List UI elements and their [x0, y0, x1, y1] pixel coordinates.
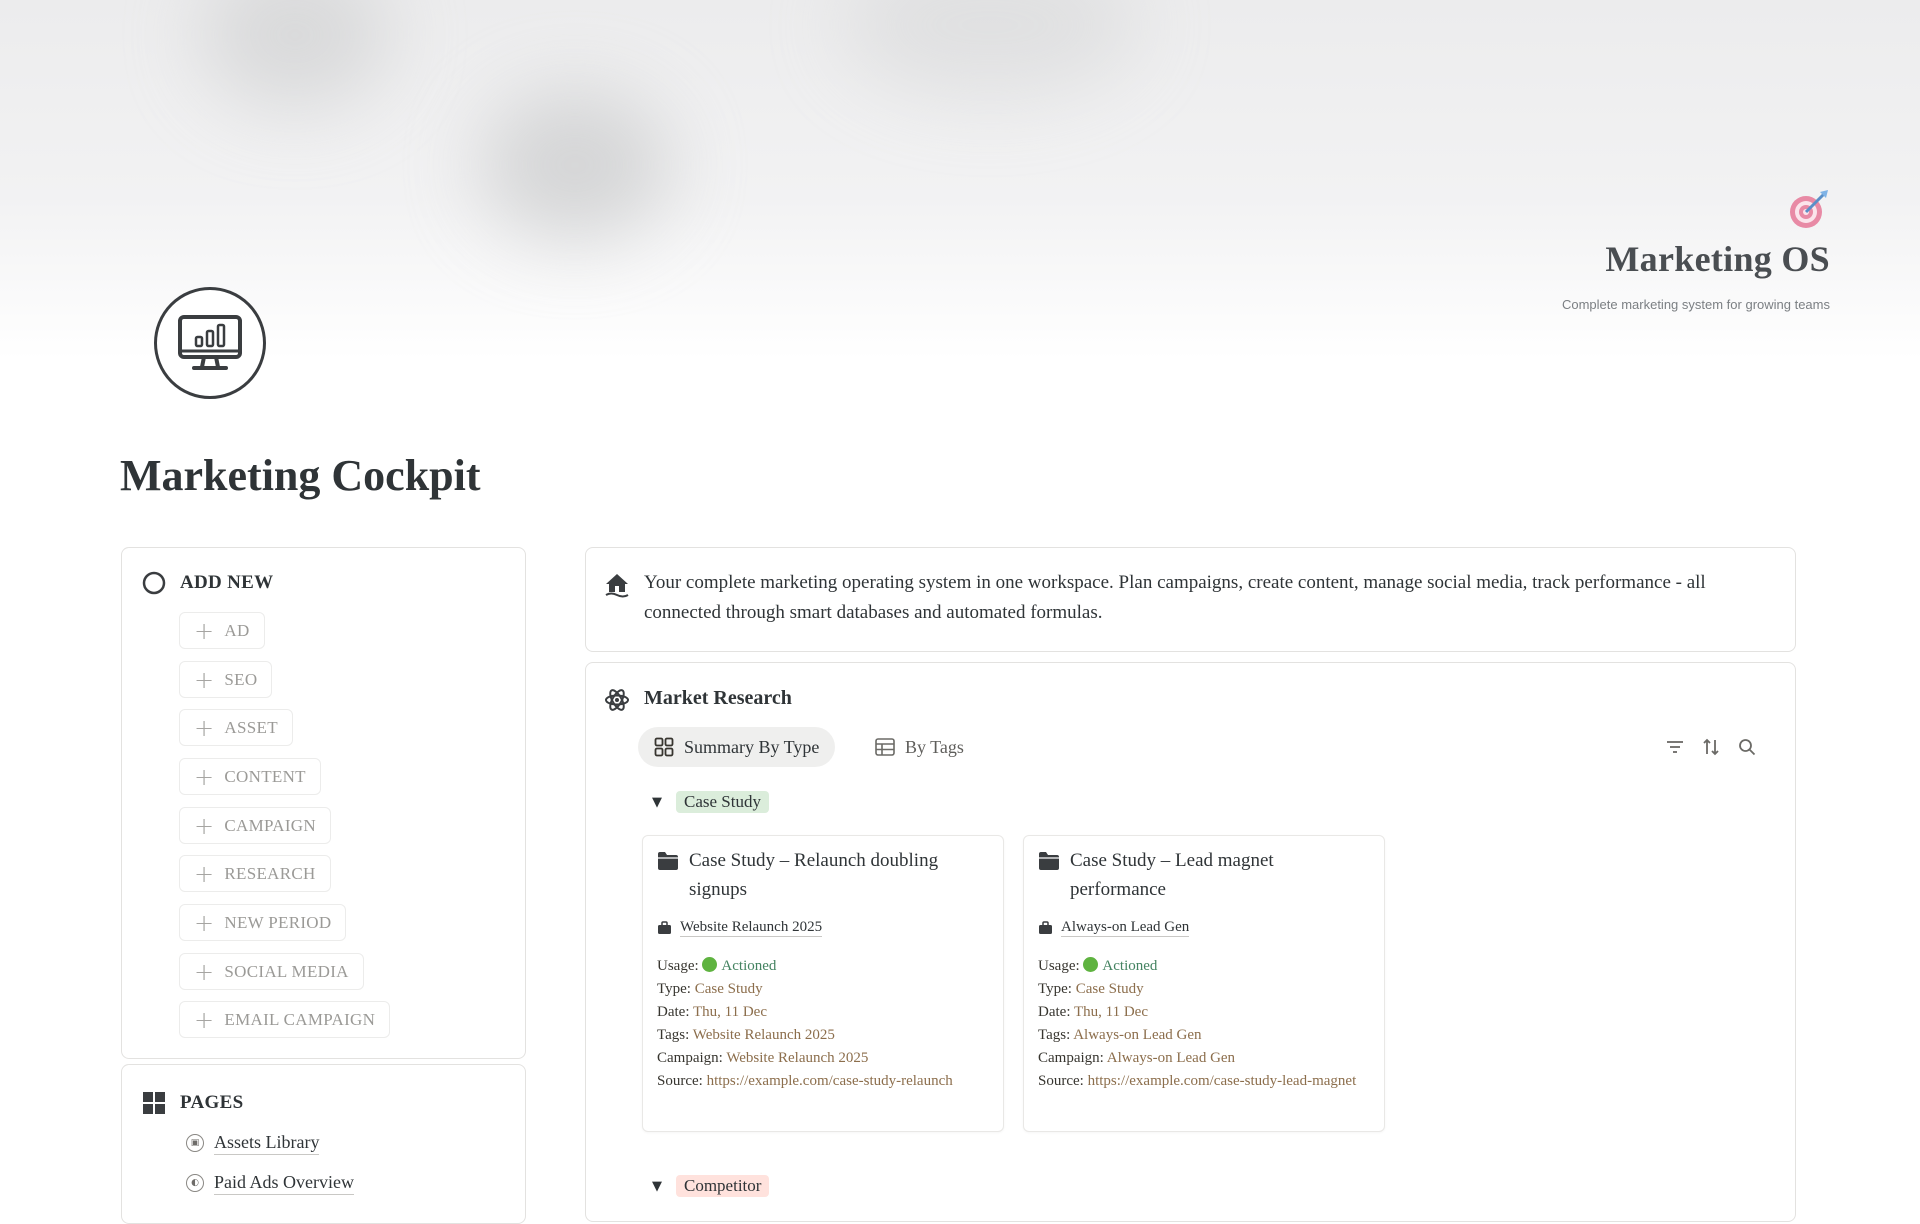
intro-text: Your complete marketing operating system…	[644, 572, 1706, 623]
market-research-title[interactable]: Market Research	[644, 687, 792, 710]
monitor-chart-icon	[178, 315, 242, 370]
group-tag: Case Study	[676, 791, 769, 813]
add-asset-button[interactable]: + ASSET	[179, 709, 293, 746]
green-circle-icon	[702, 957, 718, 972]
add-new-period-button[interactable]: + NEW PERIOD	[179, 904, 347, 941]
tab-summary-by-type[interactable]: Summary By Type	[638, 727, 836, 767]
search-icon[interactable]	[1736, 736, 1758, 758]
circle-icon	[142, 571, 166, 595]
brand-subtitle: Complete marketing system for growing te…	[1561, 297, 1830, 312]
add-campaign-button[interactable]: + CAMPAIGN	[179, 807, 331, 844]
plus-icon: +	[194, 762, 215, 791]
plus-icon: +	[194, 713, 215, 742]
page-icon[interactable]	[154, 287, 266, 399]
caret-down-icon: ▼	[652, 794, 662, 810]
image-icon: ▣	[186, 1134, 204, 1153]
plus-icon: +	[194, 908, 215, 937]
add-ad-button[interactable]: + AD	[179, 612, 265, 649]
source-link[interactable]: https://example.com/case-study-relaunch	[707, 1073, 953, 1089]
add-new-header: ADD NEW	[142, 571, 273, 595]
card-campaign-relation[interactable]: Website Relaunch 2025	[657, 918, 823, 937]
add-new-heading: ADD NEW	[180, 572, 274, 593]
table-icon	[875, 738, 895, 756]
filter-icon[interactable]	[1664, 736, 1686, 758]
add-social-media-button[interactable]: + SOCIAL MEDIA	[179, 953, 364, 990]
plus-icon: +	[194, 859, 215, 888]
card-properties: Usage: Actioned Type: Case Study Date: T…	[1038, 957, 1357, 1089]
plus-icon: +	[194, 1005, 215, 1034]
plus-icon: +	[194, 957, 215, 986]
folder-icon	[658, 852, 678, 870]
gallery-icon	[654, 737, 674, 757]
megaphone-icon: ◐	[186, 1174, 204, 1193]
group-toggle-case-study[interactable]: ▼ Case Study	[652, 791, 769, 813]
plus-icon: +	[194, 811, 215, 840]
card-title: Case Study – Lead magnet performance	[1070, 850, 1274, 900]
green-circle-icon	[1083, 957, 1099, 972]
cover-blur-shape	[840, 0, 1140, 100]
brand-title: Marketing OS	[1605, 239, 1830, 279]
briefcase-icon	[1039, 920, 1052, 934]
market-research-panel: Market Research Summary By Type By Tags …	[585, 662, 1796, 1222]
house-icon	[605, 574, 629, 598]
card-properties: Usage: Actioned Type: Case Study Date: T…	[657, 957, 953, 1089]
card-title: Case Study – Relaunch doubling signups	[689, 850, 939, 900]
plus-icon: +	[194, 616, 215, 645]
folder-icon	[1039, 852, 1059, 870]
plus-icon: +	[194, 665, 215, 694]
pages-panel: PAGES ▣ Assets Library ◐ Paid Ads Overvi…	[121, 1064, 526, 1224]
cover-blur-shape	[200, 0, 390, 110]
tab-by-tags[interactable]: By Tags	[859, 727, 980, 767]
cover-image: Marketing OS Complete marketing system f…	[0, 0, 1920, 360]
atom-icon	[605, 689, 629, 711]
add-new-panel: ADD NEW + AD + SEO + ASSET + CONTENT + CAMPAI…	[121, 547, 526, 1059]
research-card[interactable]: Case Study – Relaunch doubling signups W…	[642, 835, 1004, 1132]
assets-library-link[interactable]: ▣ Assets Library	[186, 1132, 320, 1155]
group-toggle-competitor[interactable]: ▼ Competitor	[652, 1175, 770, 1197]
source-link[interactable]: https://example.com/case-study-lead-magn…	[1088, 1073, 1357, 1089]
pages-header: PAGES	[142, 1091, 243, 1115]
add-email-campaign-button[interactable]: + EMAIL CAMPAIGN	[179, 1001, 391, 1038]
add-seo-button[interactable]: + SEO	[179, 661, 273, 698]
sort-icon[interactable]	[1700, 736, 1722, 758]
pages-heading: PAGES	[180, 1092, 244, 1113]
cover-blur-shape	[480, 90, 670, 240]
paid-ads-overview-link[interactable]: ◐ Paid Ads Overview	[186, 1172, 354, 1195]
research-card[interactable]: Case Study – Lead magnet performance Alw…	[1023, 835, 1385, 1132]
grid-icon	[143, 1092, 165, 1114]
add-research-button[interactable]: + RESEARCH	[179, 855, 331, 892]
caret-down-icon: ▼	[652, 1178, 662, 1194]
target-dart-icon	[1790, 190, 1828, 228]
intro-callout: Your complete marketing operating system…	[585, 547, 1796, 652]
group-tag: Competitor	[676, 1175, 770, 1197]
page-title[interactable]: Marketing Cockpit	[120, 450, 481, 501]
add-content-button[interactable]: + CONTENT	[179, 758, 321, 795]
card-campaign-relation[interactable]: Always-on Lead Gen	[1038, 918, 1190, 937]
briefcase-icon	[658, 920, 671, 934]
